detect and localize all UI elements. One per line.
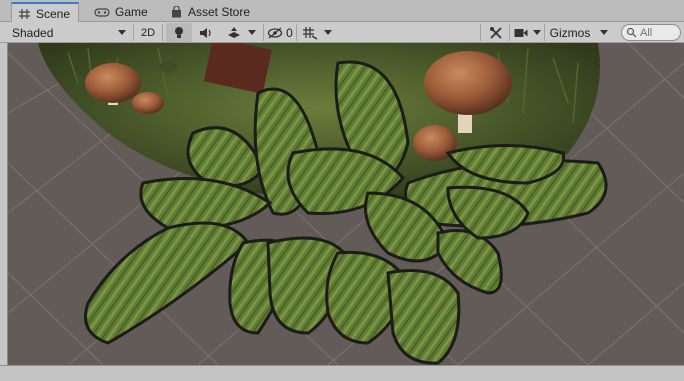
toolbar-divider [509, 24, 510, 41]
camera-settings-dropdown[interactable] [511, 23, 543, 42]
shopping-bag-icon [172, 6, 181, 18]
effects-icon [228, 27, 240, 38]
hidden-objects-icon [268, 27, 283, 38]
2d-toggle-label: 2D [140, 26, 156, 39]
audio-toggle-button[interactable] [194, 23, 218, 42]
chevron-down-icon [600, 30, 608, 35]
2d-toggle-button[interactable]: 2D [136, 23, 160, 42]
toolbar-divider [162, 24, 163, 41]
toolbar-divider [133, 24, 134, 41]
grid-snap-icon [303, 26, 318, 40]
lighting-toggle-button[interactable] [166, 23, 192, 42]
tools-button[interactable] [484, 23, 508, 42]
grid-icon [19, 8, 30, 19]
tab-bar: Scene Game Asset Store [0, 0, 684, 23]
toolbar-divider [480, 24, 481, 41]
scene-toolbar: Shaded 2D 0 Gizmos All [0, 22, 684, 43]
search-icon [626, 27, 637, 38]
shading-mode-label: Shaded [12, 25, 54, 40]
shading-mode-dropdown[interactable]: Shaded [8, 23, 130, 42]
tools-icon [490, 26, 502, 39]
viewport-left-edge [0, 43, 8, 365]
tab-game-label: Game [115, 5, 148, 19]
scene-viewport[interactable] [8, 43, 684, 365]
toolbar-divider [296, 24, 297, 41]
scene-window: Scene Game Asset Store Shaded 2D 0 Gizmo… [0, 0, 684, 381]
chevron-down-icon [324, 30, 332, 35]
tab-asset-store[interactable]: Asset Store [164, 2, 258, 22]
tab-game[interactable]: Game [88, 2, 156, 22]
tab-scene[interactable]: Scene [11, 2, 80, 23]
status-bar [0, 365, 684, 381]
chevron-down-icon [118, 30, 126, 35]
tab-scene-label: Scene [36, 6, 71, 21]
gizmos-label: Gizmos [549, 25, 591, 40]
lightbulb-icon [175, 27, 183, 38]
toolbar-divider [263, 24, 264, 41]
chevron-down-icon [248, 30, 256, 35]
scene-render [8, 43, 684, 365]
gamepad-icon [94, 8, 110, 17]
gizmos-dropdown-arrow[interactable] [596, 23, 612, 42]
search-field[interactable] [621, 24, 681, 41]
camera-icon [514, 28, 527, 37]
gizmos-button[interactable]: Gizmos [546, 23, 594, 42]
effects-dropdown[interactable] [220, 23, 262, 42]
hidden-objects-toggle[interactable]: 0 [265, 23, 295, 42]
search-input[interactable] [640, 26, 678, 39]
tab-asset-store-label: Asset Store [188, 5, 251, 19]
grid-snap-dropdown[interactable] [298, 23, 336, 42]
audio-icon [200, 27, 211, 38]
hidden-objects-count: 0 [286, 25, 293, 40]
toolbar-divider [544, 24, 545, 41]
chevron-down-icon [532, 30, 541, 35]
